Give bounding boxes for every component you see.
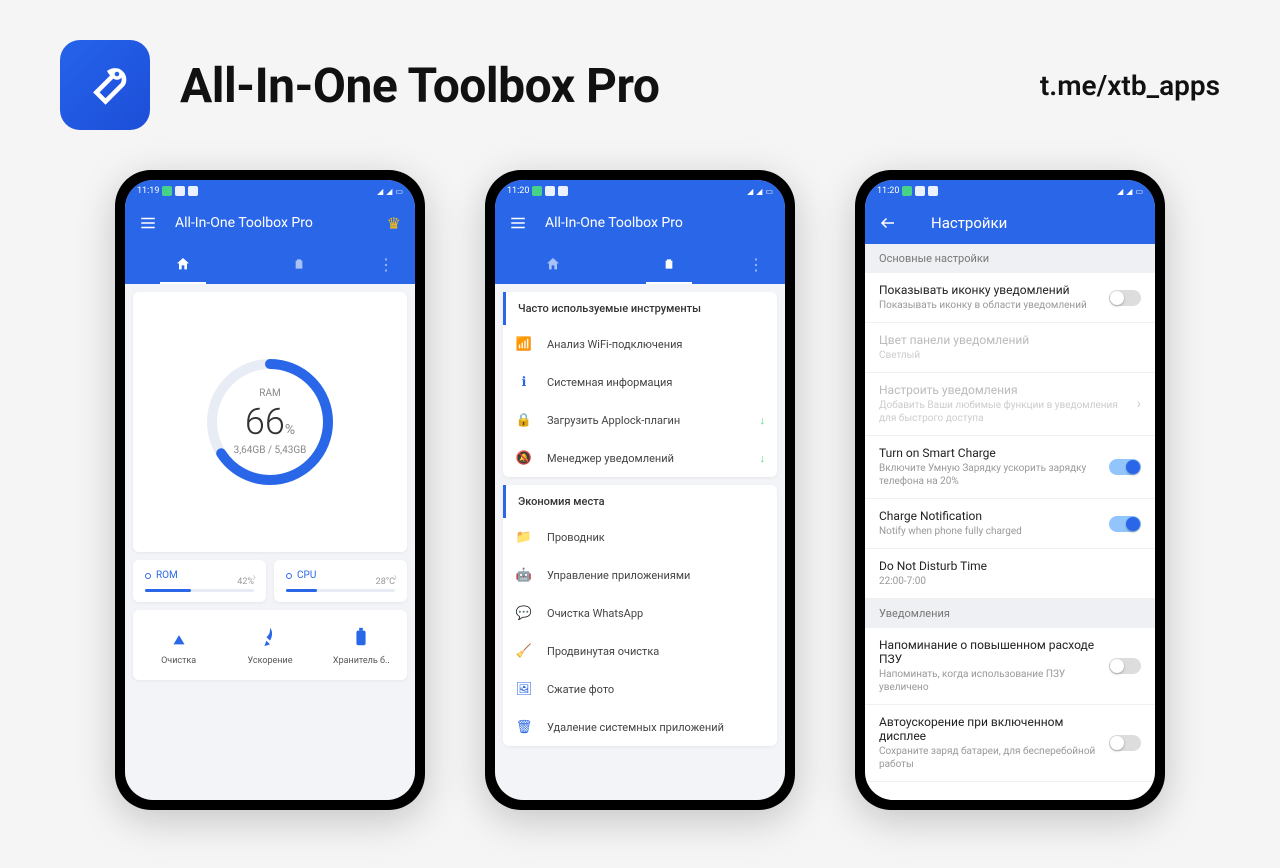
- stats-row: ROM › 42% CPU › 28°C: [133, 560, 407, 602]
- trash-icon: 🗑: [515, 718, 533, 736]
- section-notif: Уведомления: [865, 599, 1155, 628]
- menu-icon[interactable]: [139, 214, 157, 232]
- status-time: 11:19: [137, 186, 159, 196]
- phone-home: 11:19 ◢◢▭ All-In-One Toolbox Pro ♛ ⋮ RAM…: [115, 170, 425, 810]
- status-bar: 11:20 ◢◢▭: [495, 180, 785, 202]
- status-bar: 11:19 ◢◢▭: [125, 180, 415, 202]
- tab-tools[interactable]: [611, 244, 727, 284]
- wifi-icon: 📶: [515, 335, 533, 353]
- row-customize: Настроить уведомленияДобавить Ваши любим…: [865, 373, 1155, 436]
- status-time: 11:20: [877, 186, 899, 196]
- action-storage[interactable]: Хранитель б..: [316, 624, 407, 666]
- tab-bar: ⋮: [495, 244, 785, 284]
- actions-card: Очистка Ускорение Хранитель б..: [133, 610, 407, 680]
- section-main: Основные настройки: [865, 244, 1155, 273]
- section-header: Экономия места: [503, 485, 777, 518]
- action-clean[interactable]: Очистка: [133, 624, 224, 666]
- battery-icon: [348, 624, 374, 650]
- toggle-notif-icon[interactable]: [1109, 290, 1141, 306]
- ram-ring: RAM 66% 3,64GB / 5,43GB: [200, 352, 340, 492]
- section-header: Часто используемые инструменты: [503, 292, 777, 325]
- phones-row: 11:19 ◢◢▭ All-In-One Toolbox Pro ♛ ⋮ RAM…: [0, 150, 1280, 830]
- row-notif-icon[interactable]: Показывать иконку уведомленийПоказывать …: [865, 273, 1155, 323]
- phone-settings: 11:20 ◢◢▭ Настройки Основные настройки П…: [855, 170, 1165, 810]
- row-dnd[interactable]: Do Not Disturb Time22:00-7:00: [865, 549, 1155, 599]
- image-icon: 🖼: [515, 680, 533, 698]
- whatsapp-icon: 💬: [515, 604, 533, 622]
- tab-more[interactable]: ⋮: [727, 244, 785, 284]
- tab-bar: ⋮: [125, 244, 415, 284]
- info-icon: ℹ: [515, 373, 533, 391]
- tab-home[interactable]: [125, 244, 241, 284]
- ram-label: RAM: [259, 388, 280, 399]
- lock-icon: 🔒: [515, 411, 533, 429]
- status-bar: 11:20 ◢◢▭: [865, 180, 1155, 202]
- app-bar: All-In-One Toolbox Pro ♛: [125, 202, 415, 244]
- menu-icon[interactable]: [509, 214, 527, 232]
- appbar-title: All-In-One Toolbox Pro: [175, 215, 387, 231]
- back-icon[interactable]: [879, 214, 897, 232]
- tool-wifi[interactable]: 📶Анализ WiFi-подключения: [503, 325, 777, 363]
- app-icon: [60, 40, 150, 130]
- tool-sysapp[interactable]: 🗑Удаление системных приложений: [503, 708, 777, 746]
- telegram-link[interactable]: t.me/xtb_apps: [1040, 69, 1220, 102]
- page-header: All-In-One Toolbox Pro t.me/xtb_apps: [0, 0, 1280, 150]
- status-time: 11:20: [507, 186, 529, 196]
- stat-cpu[interactable]: CPU › 28°C: [274, 560, 407, 602]
- page-title: All-In-One Toolbox Pro: [180, 57, 1040, 114]
- action-boost[interactable]: Ускорение: [224, 624, 315, 666]
- folder-icon: 📁: [515, 528, 533, 546]
- phone-tools: 11:20 ◢◢▭ All-In-One Toolbox Pro ⋮ Часто…: [485, 170, 795, 810]
- tool-photo[interactable]: 🖼Сжатие фото: [503, 670, 777, 708]
- tool-apps[interactable]: 🤖Управление приложениями: [503, 556, 777, 594]
- appbar-title: All-In-One Toolbox Pro: [545, 215, 771, 231]
- tab-home[interactable]: [495, 244, 611, 284]
- tool-explorer[interactable]: 📁Проводник: [503, 518, 777, 556]
- ram-sub: 3,64GB / 5,43GB: [234, 445, 307, 456]
- tab-tools[interactable]: [241, 244, 357, 284]
- section-storage: Экономия места 📁Проводник 🤖Управление пр…: [503, 485, 777, 746]
- section-frequent: Часто используемые инструменты 📶Анализ W…: [503, 292, 777, 477]
- android-icon: 🤖: [515, 566, 533, 584]
- download-icon: ↓: [760, 452, 766, 465]
- rocket-icon: [257, 624, 283, 650]
- tool-notif[interactable]: 🔕Менеджер уведомлений↓: [503, 439, 777, 477]
- chevron-right-icon: ›: [1137, 396, 1141, 412]
- bell-off-icon: 🔕: [515, 449, 533, 467]
- ram-card[interactable]: RAM 66% 3,64GB / 5,43GB: [133, 292, 407, 552]
- row-pzu[interactable]: Напоминание о повышенном расходе ПЗУНапо…: [865, 628, 1155, 705]
- toggle-autoboost[interactable]: [1109, 735, 1141, 751]
- ram-value: 66: [245, 401, 285, 443]
- toggle-smart-charge[interactable]: [1109, 459, 1141, 475]
- row-charge-notif[interactable]: Charge NotificationNotify when phone ful…: [865, 499, 1155, 549]
- download-icon: ↓: [760, 414, 766, 427]
- tool-advclean[interactable]: 🧹Продвинутая очистка: [503, 632, 777, 670]
- crown-icon[interactable]: ♛: [387, 214, 401, 233]
- clean-icon: 🧹: [515, 642, 533, 660]
- row-autoboost[interactable]: Автоускорение при включенном дисплееСохр…: [865, 705, 1155, 782]
- broom-icon: [166, 624, 192, 650]
- row-panel-color: Цвет панели уведомленийСветлый: [865, 323, 1155, 373]
- tool-sysinfo[interactable]: ℹСистемная информация: [503, 363, 777, 401]
- settings-title: Настройки: [931, 214, 1007, 232]
- tool-applock[interactable]: 🔒Загрузить Applock-плагин↓: [503, 401, 777, 439]
- toggle-pzu[interactable]: [1109, 658, 1141, 674]
- settings-appbar: Настройки: [865, 202, 1155, 244]
- tab-more[interactable]: ⋮: [357, 244, 415, 284]
- tool-whatsapp[interactable]: 💬Очистка WhatsApp: [503, 594, 777, 632]
- toggle-charge-notif[interactable]: [1109, 516, 1141, 532]
- row-smart-charge[interactable]: Turn on Smart ChargeВключите Умную Заряд…: [865, 436, 1155, 499]
- app-bar: All-In-One Toolbox Pro: [495, 202, 785, 244]
- stat-rom[interactable]: ROM › 42%: [133, 560, 266, 602]
